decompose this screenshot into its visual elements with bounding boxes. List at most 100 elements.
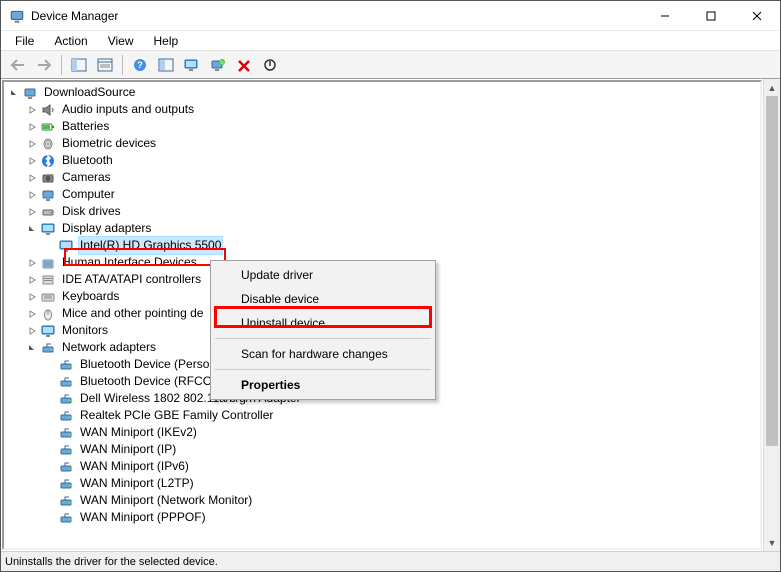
back-button[interactable] [6,53,30,77]
category-biometric[interactable]: Biometric devices [4,135,760,152]
scroll-thumb[interactable] [766,96,778,446]
network-icon [58,460,74,474]
expander-icon[interactable] [26,154,40,168]
vertical-scrollbar[interactable]: ▲ ▼ [763,79,780,551]
category-bluetooth[interactable]: Bluetooth [4,152,760,169]
expander-icon[interactable] [8,86,22,100]
action-icon-button[interactable] [154,53,178,77]
close-button[interactable] [734,1,780,31]
uninstall-button[interactable] [232,53,256,77]
scroll-down-icon[interactable]: ▼ [764,534,780,551]
root-node[interactable]: DownloadSource [4,84,760,101]
category-batteries[interactable]: Batteries [4,118,760,135]
window-title: Device Manager [31,9,642,23]
category-diskdrives[interactable]: Disk drives [4,203,760,220]
network-icon [58,358,74,372]
expander-icon[interactable] [26,324,40,338]
expander-icon[interactable] [26,171,40,185]
menubar: File Action View Help [1,31,780,51]
menu-view[interactable]: View [98,32,144,50]
fingerprint-icon [40,137,56,151]
network-icon [58,426,74,440]
computer-icon [22,86,38,100]
menu-uninstall-device[interactable]: Uninstall device [213,311,433,335]
device-network[interactable]: WAN Miniport (IP) [4,441,760,458]
menu-help[interactable]: Help [144,32,189,50]
expander-icon[interactable] [26,222,40,236]
scroll-track[interactable] [764,96,780,534]
category-cameras[interactable]: Cameras [4,169,760,186]
menu-properties[interactable]: Properties [213,373,433,397]
maximize-button[interactable] [688,1,734,31]
device-intel-hd-graphics[interactable]: Intel(R) HD Graphics 5500 [4,237,760,254]
category-label: Biometric devices [60,135,158,152]
scan-hardware-button[interactable]: ↻ [206,53,230,77]
device-network[interactable]: WAN Miniport (L2TP) [4,475,760,492]
device-network[interactable]: WAN Miniport (IPv6) [4,458,760,475]
category-label: Network adapters [60,339,158,356]
network-icon [58,443,74,457]
update-driver-button[interactable] [180,53,204,77]
category-label: Bluetooth [60,152,115,169]
category-label: Human Interface Devices [60,254,199,271]
menu-file[interactable]: File [5,32,44,50]
monitor-icon [40,324,56,338]
menu-scan-hardware[interactable]: Scan for hardware changes [213,342,433,366]
camera-icon [40,171,56,185]
menu-action[interactable]: Action [44,32,97,50]
device-label: Bluetooth Device (Perso [78,356,211,373]
category-label: Keyboards [60,288,121,305]
menu-update-driver[interactable]: Update driver [213,263,433,287]
separator [215,369,431,370]
device-network[interactable]: Realtek PCIe GBE Family Controller [4,407,760,424]
menu-disable-device[interactable]: Disable device [213,287,433,311]
disk-icon [40,205,56,219]
expander-icon[interactable] [26,341,40,355]
category-display[interactable]: Display adapters [4,220,760,237]
expander-icon[interactable] [26,137,40,151]
category-label: Audio inputs and outputs [60,101,196,118]
properties-button[interactable] [93,53,117,77]
computer-icon [40,188,56,202]
titlebar: Device Manager [1,1,780,31]
expander-icon[interactable] [26,205,40,219]
disable-button[interactable] [258,53,282,77]
monitor-icon [58,239,74,253]
network-icon [58,511,74,525]
category-label: Display adapters [60,220,153,237]
minimize-button[interactable] [642,1,688,31]
device-network[interactable]: WAN Miniport (Network Monitor) [4,492,760,509]
status-text: Uninstalls the driver for the selected d… [5,556,218,568]
expander-icon[interactable] [26,103,40,117]
forward-button[interactable] [32,53,56,77]
scroll-up-icon[interactable]: ▲ [764,79,780,96]
help-button[interactable]: ? [128,53,152,77]
category-audio[interactable]: Audio inputs and outputs [4,101,760,118]
device-label: WAN Miniport (IKEv2) [78,424,199,441]
category-label: Mice and other pointing de [60,305,205,322]
device-label: WAN Miniport (PPPOF) [78,509,208,526]
hid-icon [40,256,56,270]
device-network[interactable]: WAN Miniport (PPPOF) [4,509,760,526]
show-hide-tree-button[interactable] [67,53,91,77]
expander-icon[interactable] [26,307,40,321]
category-computer[interactable]: Computer [4,186,760,203]
category-label: Batteries [60,118,111,135]
speaker-icon [40,103,56,117]
expander-icon[interactable] [26,188,40,202]
network-icon [58,477,74,491]
root-label: DownloadSource [42,84,137,101]
mouse-icon [40,307,56,321]
device-network[interactable]: WAN Miniport (IKEv2) [4,424,760,441]
expander-icon[interactable] [26,290,40,304]
expander-icon[interactable] [26,120,40,134]
app-icon [9,8,25,24]
device-label: WAN Miniport (IP) [78,441,178,458]
expander-icon[interactable] [26,256,40,270]
category-label: Cameras [60,169,113,186]
separator [215,338,431,339]
svg-text:↻: ↻ [220,60,224,66]
device-label: Intel(R) HD Graphics 5500 [78,236,223,255]
expander-icon[interactable] [26,273,40,287]
network-icon [58,409,74,423]
